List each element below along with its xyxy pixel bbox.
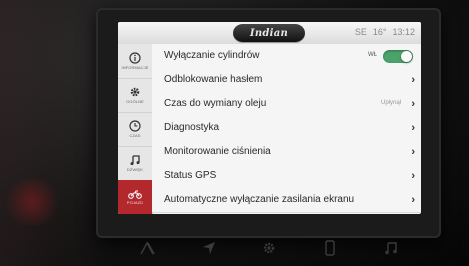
setting-label: Diagnostyka — [164, 122, 220, 133]
chevron-right-icon: › — [411, 122, 415, 134]
motorcycle-icon — [128, 189, 142, 199]
brand-logo: Indian — [249, 27, 289, 39]
home-icon[interactable] — [137, 239, 159, 257]
music-note-icon — [129, 154, 141, 166]
gear-icon — [129, 86, 141, 98]
setting-row-auto-screen-off[interactable]: Automatyczne wyłączanie zasilania ekranu… — [152, 188, 421, 213]
category-sidebar: INFORMACJE OGÓLNE CZAS DŹWIĘK POJAZD — [118, 44, 153, 214]
temperature-readout: 16° — [372, 27, 387, 37]
setting-label: Odblokowanie hasłem — [164, 74, 263, 85]
setting-label: Status GPS — [164, 170, 217, 181]
settings-icon[interactable] — [258, 239, 280, 257]
top-bar: Indian SE 16° 13:12 — [118, 22, 421, 45]
setting-row-cylinder-deactivation[interactable]: Wyłączanie cylindrów WŁ — [152, 44, 421, 69]
toggle-state-label: WŁ — [368, 52, 377, 58]
music-note-icon[interactable] — [380, 239, 402, 257]
sidebar-item-label: DŹWIĘK — [126, 167, 144, 172]
setting-value: Upłynął — [380, 100, 401, 106]
info-icon — [129, 52, 141, 64]
setting-label: Automatyczne wyłączanie zasilania ekranu — [164, 194, 355, 205]
hardware-button-row — [118, 238, 421, 258]
chevron-right-icon: › — [411, 98, 415, 110]
sidebar-item-czas[interactable]: CZAS — [118, 112, 152, 147]
setting-row-diagnostics[interactable]: Diagnostyka › — [152, 116, 421, 141]
sidebar-item-pojazd[interactable]: POJAZD — [118, 180, 152, 214]
cylinder-deactivation-toggle[interactable] — [383, 50, 413, 63]
sidebar-item-label: OGÓLNE — [126, 99, 144, 104]
chevron-right-icon: › — [411, 194, 415, 206]
sidebar-item-informacje[interactable]: INFORMACJE — [118, 44, 152, 79]
vehicle-settings-list: Wyłączanie cylindrów WŁ Odblokowanie has… — [152, 44, 421, 214]
phone-icon[interactable] — [319, 239, 341, 257]
setting-row-password-unlock[interactable]: Odblokowanie hasłem › — [152, 68, 421, 93]
clock-readout: 13:12 — [392, 27, 415, 37]
setting-label: Czas do wymiany oleju — [164, 98, 267, 109]
chevron-right-icon: › — [411, 74, 415, 86]
setting-row-gps-status[interactable]: Status GPS › — [152, 164, 421, 189]
setting-row-pressure-monitoring[interactable]: Monitorowanie ciśnienia › — [152, 140, 421, 165]
sidebar-item-ogolne[interactable]: OGÓLNE — [118, 78, 152, 113]
sidebar-item-label: POJAZD — [126, 200, 144, 205]
status-left-indicator: SE — [354, 27, 367, 37]
setting-label: Monitorowanie ciśnienia — [164, 146, 271, 157]
chevron-right-icon: › — [411, 146, 415, 158]
sidebar-item-label: CZAS — [129, 133, 141, 138]
infotainment-screen: Indian SE 16° 13:12 INFORMACJE OGÓLNE CZ… — [118, 22, 421, 214]
ambient-red-light — [2, 178, 62, 226]
clock-icon — [129, 120, 141, 132]
status-area: SE 16° 13:12 — [355, 27, 415, 37]
sidebar-item-label: INFORMACJE — [121, 65, 149, 70]
toggle-knob — [401, 51, 412, 62]
chevron-right-icon: › — [411, 170, 415, 182]
sidebar-item-dzwiek[interactable]: DŹWIĘK — [118, 146, 152, 181]
setting-label: Wyłączanie cylindrów — [164, 50, 260, 61]
brand-logo-badge: Indian — [233, 24, 305, 42]
navigation-arrow-icon[interactable] — [198, 239, 220, 257]
setting-row-oil-change[interactable]: Czas do wymiany oleju Upłynął › — [152, 92, 421, 117]
